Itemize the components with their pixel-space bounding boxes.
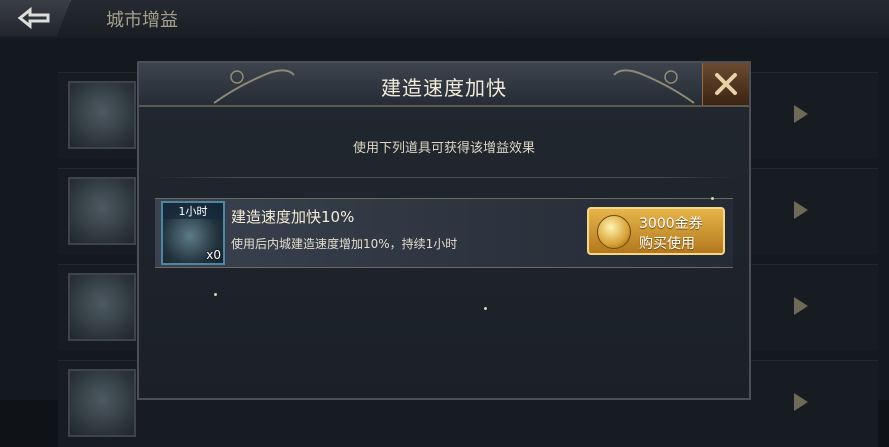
page-title: 城市增益: [106, 10, 178, 31]
top-bar: 城市增益: [0, 0, 889, 39]
back-button[interactable]: [0, 0, 71, 36]
divider: [153, 177, 737, 178]
item-duration-tag: 1小时: [163, 203, 223, 219]
sparkle: [214, 293, 217, 296]
right-arrow-icon[interactable]: [794, 393, 808, 411]
scroll-coin-icon: [597, 215, 631, 249]
dialog-subtitle: 使用下列道具可获得该增益效果: [352, 141, 535, 156]
item-row: 1小时 x0 建造速度加快10% 使用后内城建造速度增加10%，持续1小时 30…: [155, 198, 733, 268]
buff-icon: [68, 369, 136, 437]
close-button[interactable]: [702, 63, 749, 105]
speedup-item-icon[interactable]: 1小时 x0: [161, 201, 225, 265]
buff-icon: [68, 81, 136, 149]
item-name: 建造速度加快10%: [231, 208, 355, 226]
back-arrow-icon: [17, 7, 50, 29]
boost-dialog: 建造速度加快 使用下列道具可获得该增益效果 1小时 x0 建造速度加快10% 使…: [137, 61, 751, 400]
item-description: 使用后内城建造速度增加10%，持续1小时: [231, 237, 458, 251]
close-x-icon: [715, 73, 737, 95]
dialog-header: 建造速度加快: [139, 63, 749, 107]
item-price: 3000金券: [639, 216, 703, 232]
right-arrow-icon[interactable]: [794, 297, 808, 315]
buy-use-button[interactable]: 3000金券 购买使用: [587, 207, 725, 255]
item-count: x0: [206, 248, 221, 262]
right-arrow-icon[interactable]: [794, 105, 808, 123]
sparkle: [711, 197, 714, 200]
buff-icon: [68, 273, 136, 341]
ornament-icon: [613, 69, 695, 104]
sparkle: [484, 307, 487, 310]
buy-use-label: 购买使用: [639, 236, 695, 252]
right-arrow-icon[interactable]: [794, 201, 808, 219]
buff-icon: [68, 177, 136, 245]
